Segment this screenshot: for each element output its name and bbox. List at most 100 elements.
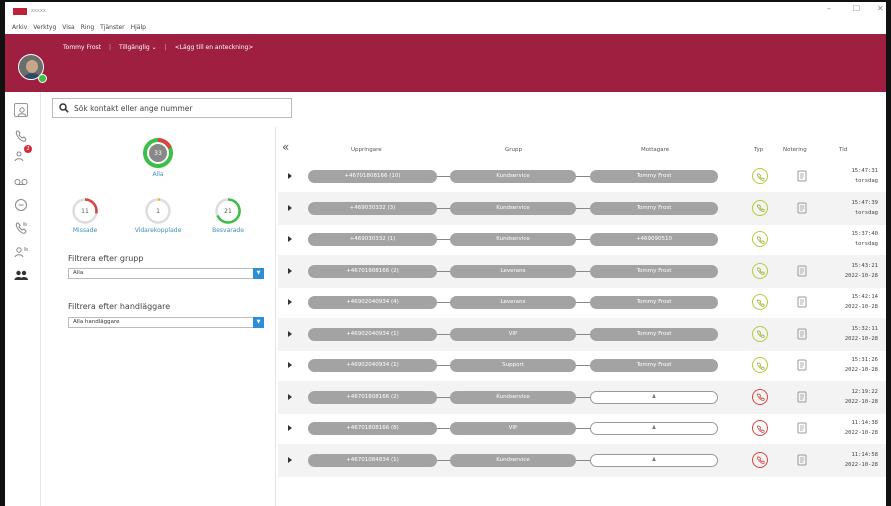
group-pill[interactable]: Support xyxy=(450,359,576,372)
missed-call-icon xyxy=(752,451,768,468)
call-stats-icon[interactable] xyxy=(14,220,28,234)
group-filter-select[interactable]: Alla ▼ xyxy=(68,268,264,279)
stat-answered[interactable]: 21 Besvarade xyxy=(206,197,250,234)
menu-ring[interactable]: Ring xyxy=(81,24,94,31)
expand-caret-icon[interactable] xyxy=(288,173,292,179)
caller-pill[interactable]: +46902040934 (1) xyxy=(308,359,437,372)
search-input[interactable]: Sök kontakt eller ange nummer xyxy=(74,104,193,113)
contacts-icon[interactable] xyxy=(14,103,28,117)
note-icon[interactable] xyxy=(797,202,807,214)
table-row[interactable]: +46902040934 (4) Leverans Tommy Frost 15:42… xyxy=(278,286,886,319)
receiver-pill[interactable]: Tommy Frost xyxy=(590,327,718,341)
table-row[interactable]: +469030332 (3) Kundservice Tommy Frost 15:4… xyxy=(278,191,886,225)
stat-missed[interactable]: 11 Missade xyxy=(68,197,102,234)
table-row[interactable]: +469030332 (1) Kundservice +469090510 15:37… xyxy=(278,223,886,256)
voicemail-icon[interactable] xyxy=(14,174,28,188)
receiver-pill-empty[interactable]: ♟ xyxy=(590,390,718,404)
caller-pill[interactable]: +469030332 (1) xyxy=(308,233,437,246)
receiver-pill[interactable]: Tommy Frost xyxy=(590,201,718,215)
group-pill[interactable]: Kundservice xyxy=(450,390,576,404)
search-box[interactable]: Sök kontakt eller ange nummer xyxy=(52,98,292,118)
group-pill[interactable]: Kundservice xyxy=(450,170,576,183)
chat-icon[interactable] xyxy=(14,197,28,211)
expand-caret-icon[interactable] xyxy=(288,425,292,431)
chevron-down-icon[interactable]: ▼ xyxy=(253,317,264,328)
col-receiver[interactable]: Mottagare xyxy=(641,147,669,153)
user-name[interactable]: Tommy Frost xyxy=(63,44,101,51)
expand-caret-icon[interactable] xyxy=(288,456,292,463)
table-row[interactable]: +46701908166 (2) Leverans Tommy Frost 15:43… xyxy=(278,254,886,288)
chevron-down-icon[interactable]: ▼ xyxy=(253,268,264,279)
menu-visa[interactable]: Visa xyxy=(62,24,74,31)
note-icon[interactable] xyxy=(797,391,807,403)
table-row[interactable]: +46701808166 (10) Kundservice Tommy Frost 1… xyxy=(278,160,886,193)
caller-pill[interactable]: +469030332 (3) xyxy=(308,201,437,215)
stat-all[interactable]: 33 Alla xyxy=(136,137,180,178)
receiver-pill[interactable]: Tommy Frost xyxy=(590,296,718,309)
receiver-pill[interactable]: +469090510 xyxy=(590,233,718,246)
col-type[interactable]: Typ xyxy=(754,147,763,153)
expand-caret-icon[interactable] xyxy=(288,393,292,400)
group-pill[interactable]: Kundservice xyxy=(450,453,576,467)
caller-pill[interactable]: +46701908166 (2) xyxy=(308,264,437,278)
menu-hjalp[interactable]: Hjälp xyxy=(131,24,146,31)
col-group[interactable]: Grupp xyxy=(505,147,522,153)
note-icon[interactable] xyxy=(797,454,807,466)
receiver-pill-empty[interactable]: ♟ xyxy=(590,422,718,435)
caller-pill[interactable]: +46701084834 (1) xyxy=(308,453,437,467)
agents-icon[interactable]: 2 xyxy=(14,145,32,162)
expand-caret-icon[interactable] xyxy=(288,330,292,337)
group-pill[interactable]: Leverans xyxy=(450,264,576,278)
note-icon[interactable] xyxy=(797,170,807,182)
collapse-panel-icon[interactable]: « xyxy=(282,140,289,154)
menu-arkiv[interactable]: Arkiv xyxy=(12,24,27,31)
expand-caret-icon[interactable] xyxy=(288,362,292,368)
expand-caret-icon[interactable] xyxy=(288,299,292,305)
stat-forwarded[interactable]: 1 Vidarekopplade xyxy=(128,197,188,234)
group-pill[interactable]: Kundservice xyxy=(450,233,576,246)
note-icon[interactable] xyxy=(797,422,807,434)
col-caller[interactable]: Uppringare xyxy=(351,147,382,153)
group-pill[interactable]: VIP xyxy=(450,327,576,341)
call-time: 15:31:26 2022-10-28 xyxy=(828,355,878,375)
person-icon: ♟ xyxy=(651,456,657,463)
group-pill[interactable]: Kundservice xyxy=(450,201,576,215)
receiver-pill[interactable]: Tommy Frost xyxy=(590,170,718,183)
close-button[interactable]: ✕ xyxy=(877,4,884,13)
caller-pill[interactable]: +46701808166 (2) xyxy=(308,390,437,404)
table-row[interactable]: +46701808166 (8) VIP ♟ 11:14:38 2022-10-28 xyxy=(278,412,886,445)
receiver-pill[interactable]: Tommy Frost xyxy=(590,359,718,372)
menu-tjanster[interactable]: Tjänster xyxy=(100,24,124,31)
note-icon[interactable] xyxy=(797,265,807,277)
minimize-button[interactable]: – xyxy=(827,4,831,13)
caller-pill[interactable]: +46701808166 (8) xyxy=(308,422,437,435)
group-pill[interactable]: Leverans xyxy=(450,296,576,309)
user-stats-icon[interactable] xyxy=(14,244,28,258)
phone-icon[interactable] xyxy=(14,128,28,142)
group-pill[interactable]: VIP xyxy=(450,422,576,435)
table-row[interactable]: +46701084834 (1) Kundservice ♟ 11:14:58 2022… xyxy=(278,443,886,477)
note-icon[interactable] xyxy=(797,328,807,340)
receiver-pill-empty[interactable]: ♟ xyxy=(590,453,718,467)
handler-filter-select[interactable]: Alla handläggare ▼ xyxy=(68,317,264,328)
menu-verktyg[interactable]: Verktyg xyxy=(33,24,56,31)
caller-pill[interactable]: +46701808166 (10) xyxy=(308,170,437,183)
note-icon[interactable] xyxy=(797,296,807,308)
status-dropdown[interactable]: Tillgänglig ⌄ xyxy=(119,44,157,51)
table-row[interactable]: +46701808166 (2) Kundservice ♟ 12:19:22 2022… xyxy=(278,380,886,414)
table-row[interactable]: +46902040934 (1) Support Tommy Frost 15:31:… xyxy=(278,349,886,382)
note-icon[interactable] xyxy=(797,359,807,371)
table-row[interactable]: +46902040934 (1) VIP Tommy Frost 15:32:11 20… xyxy=(278,317,886,351)
queue-icon[interactable] xyxy=(14,268,28,282)
expand-caret-icon[interactable] xyxy=(288,267,292,274)
col-time[interactable]: Tid xyxy=(839,147,847,153)
col-note[interactable]: Notering xyxy=(783,147,807,153)
caller-pill[interactable]: +46902040934 (4) xyxy=(308,296,437,309)
call-time-date: 2022-10-28 xyxy=(844,272,878,279)
caller-pill[interactable]: +46902040934 (1) xyxy=(308,327,437,341)
add-note-link[interactable]: <Lägg till en anteckning> xyxy=(175,44,254,51)
expand-caret-icon[interactable] xyxy=(288,236,292,242)
maximize-button[interactable]: ☐ xyxy=(853,4,860,13)
receiver-pill[interactable]: Tommy Frost xyxy=(590,264,718,278)
expand-caret-icon[interactable] xyxy=(288,204,292,211)
